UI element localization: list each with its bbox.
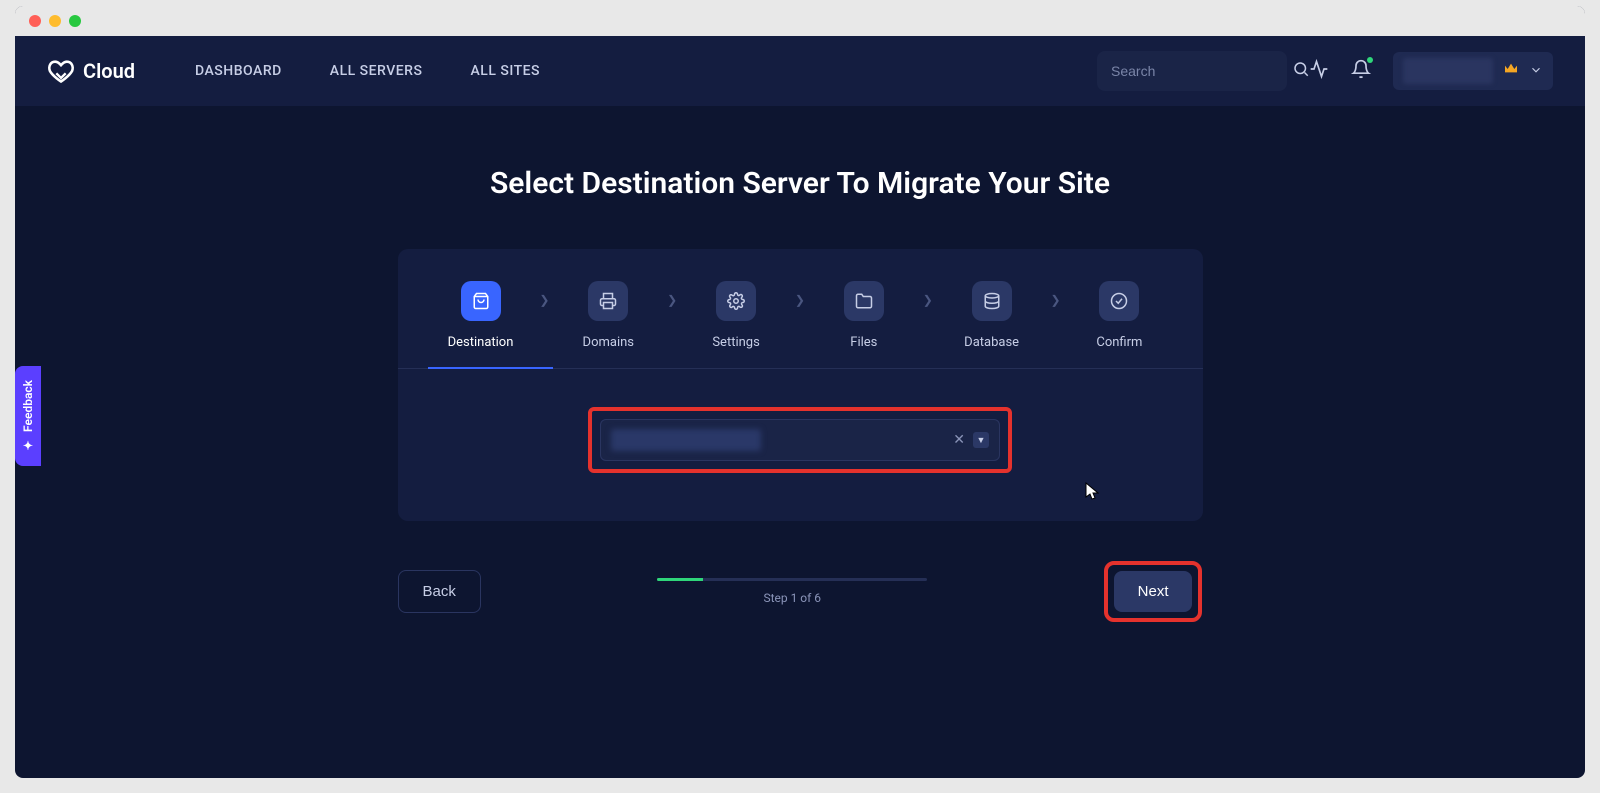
- destination-select-area: ✕ ▼: [398, 369, 1203, 521]
- progress-indicator: Step 1 of 6: [657, 578, 927, 605]
- window-minimize-button[interactable]: [49, 15, 61, 27]
- step-domains[interactable]: Domains: [573, 281, 643, 368]
- progress-label: Step 1 of 6: [763, 591, 821, 605]
- window-titlebar: [15, 6, 1585, 36]
- chevron-right-icon: ❯: [539, 293, 549, 307]
- step-label: Files: [850, 335, 877, 350]
- stepper: Destination ❯ Domains ❯ Settings ❯: [398, 249, 1203, 369]
- activity-icon[interactable]: [1309, 59, 1329, 83]
- dropdown-toggle-button[interactable]: ▼: [973, 432, 989, 448]
- destination-server-select[interactable]: ✕ ▼: [600, 419, 1000, 461]
- heart-logo-icon: [47, 57, 75, 85]
- nav-all-servers[interactable]: ALL SERVERS: [330, 63, 423, 79]
- window-close-button[interactable]: [29, 15, 41, 27]
- app-window: Cloud DASHBOARD ALL SERVERS ALL SITES: [15, 6, 1585, 778]
- nav-dashboard[interactable]: DASHBOARD: [195, 63, 282, 79]
- chevron-down-icon: [1529, 62, 1543, 81]
- next-button[interactable]: Next: [1114, 571, 1193, 612]
- user-name-redacted: [1403, 58, 1493, 84]
- nav-all-sites[interactable]: ALL SITES: [470, 63, 540, 79]
- feedback-label: Feedback: [21, 380, 35, 432]
- user-menu[interactable]: [1393, 52, 1553, 90]
- step-label: Destination: [448, 335, 514, 350]
- chevron-right-icon: ❯: [923, 293, 933, 307]
- caret-down-icon: ▼: [977, 435, 986, 446]
- search-icon[interactable]: [1292, 60, 1310, 82]
- step-destination[interactable]: Destination: [446, 281, 516, 368]
- progress-bar: [657, 578, 927, 581]
- highlight-box-next: Next: [1104, 561, 1203, 622]
- brand-name: Cloud: [83, 59, 135, 83]
- settings-icon: [716, 281, 756, 321]
- confirm-icon: [1099, 281, 1139, 321]
- notification-dot: [1367, 57, 1373, 63]
- main-content: Select Destination Server To Migrate You…: [15, 106, 1585, 622]
- wizard-card: Destination ❯ Domains ❯ Settings ❯: [398, 249, 1203, 521]
- main-nav: DASHBOARD ALL SERVERS ALL SITES: [195, 63, 540, 79]
- step-label: Domains: [583, 335, 634, 350]
- wizard-footer: Back Step 1 of 6 Next: [398, 561, 1203, 622]
- brand-logo[interactable]: Cloud: [47, 57, 135, 85]
- step-settings[interactable]: Settings: [701, 281, 771, 368]
- step-confirm[interactable]: Confirm: [1084, 281, 1154, 368]
- step-label: Settings: [712, 335, 759, 350]
- progress-fill: [657, 578, 703, 581]
- step-label: Database: [964, 335, 1019, 350]
- step-database[interactable]: Database: [957, 281, 1027, 368]
- search-input[interactable]: [1111, 63, 1292, 79]
- header-right: [1097, 51, 1553, 91]
- feedback-tab[interactable]: ✦ Feedback: [15, 366, 41, 466]
- files-icon: [844, 281, 884, 321]
- chevron-right-icon: ❯: [795, 293, 805, 307]
- chevron-right-icon: ❯: [1050, 293, 1060, 307]
- clear-selection-button[interactable]: ✕: [953, 432, 965, 448]
- notifications-icon[interactable]: [1351, 59, 1371, 83]
- back-button[interactable]: Back: [398, 570, 481, 613]
- database-icon: [972, 281, 1012, 321]
- destination-icon: [461, 281, 501, 321]
- highlight-box-select: ✕ ▼: [588, 407, 1012, 473]
- window-maximize-button[interactable]: [69, 15, 81, 27]
- sparkle-icon: ✦: [21, 438, 35, 452]
- app-header: Cloud DASHBOARD ALL SERVERS ALL SITES: [15, 36, 1585, 106]
- search-box[interactable]: [1097, 51, 1287, 91]
- chevron-right-icon: ❯: [667, 293, 677, 307]
- domains-icon: [588, 281, 628, 321]
- page-title: Select Destination Server To Migrate You…: [490, 166, 1110, 201]
- step-files[interactable]: Files: [829, 281, 899, 368]
- selected-value-redacted: [611, 429, 761, 451]
- step-label: Confirm: [1096, 335, 1142, 350]
- crown-icon: [1503, 61, 1519, 81]
